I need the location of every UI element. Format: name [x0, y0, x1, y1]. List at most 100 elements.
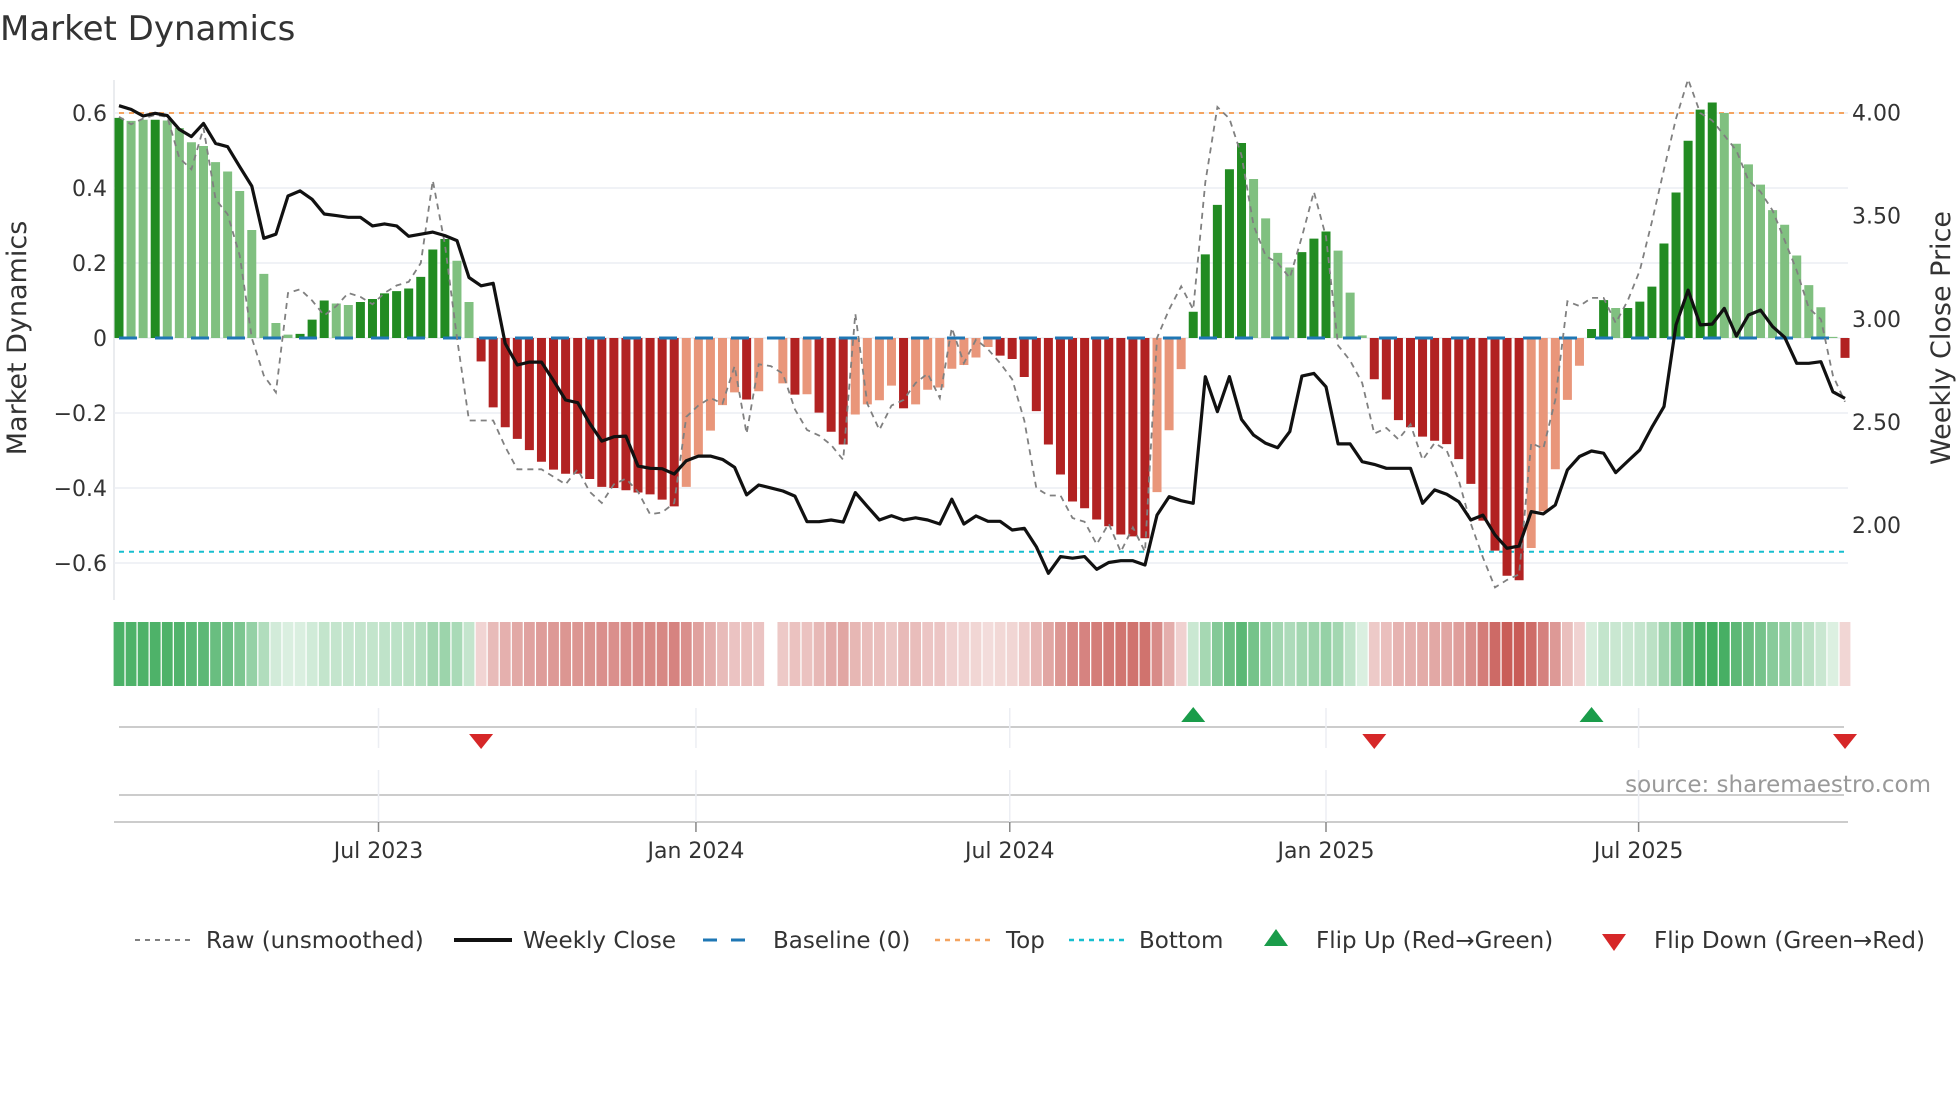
momentum-bar [1176, 338, 1186, 370]
heat-strip-cell [1368, 622, 1380, 686]
momentum-bar [428, 249, 438, 338]
heat-strip-cell [258, 622, 270, 686]
momentum-bar [1611, 308, 1621, 338]
y2-tick-label: 3.50 [1852, 205, 1901, 230]
momentum-bar [283, 334, 293, 338]
heat-strip-cell [1622, 622, 1634, 686]
heat-strip-cell [1682, 622, 1694, 686]
x-axis: Jul 2023 Jan 2024 Jul 2024 Jan 2025 Jul 2025 [114, 708, 1848, 864]
momentum-bar [1623, 308, 1633, 338]
momentum-bar [114, 117, 124, 338]
heat-strip-cell [439, 622, 451, 686]
heat-strip-cell [1272, 622, 1284, 686]
heat-strip-cell [982, 622, 994, 686]
momentum-bar [1055, 338, 1065, 475]
momentum-bar [1007, 338, 1017, 359]
momentum-bar [1562, 338, 1572, 400]
heat-strip-cell [1320, 622, 1332, 686]
momentum-bar [1128, 338, 1138, 537]
heat-strip-cell [717, 622, 728, 686]
heat-strip-cell [741, 622, 753, 686]
momentum-bar [259, 273, 269, 338]
flip-up-marker [1181, 707, 1206, 722]
heat-strip-cell [222, 622, 234, 686]
heat-strip-cell [692, 622, 704, 686]
momentum-bar [705, 338, 715, 431]
heat-strip-cell [898, 622, 909, 686]
heat-strip-cell [451, 622, 463, 686]
heat-strip-cell [656, 622, 668, 686]
heat-strip-cell [777, 622, 789, 686]
momentum-bar [1212, 204, 1222, 338]
momentum-bar [307, 319, 317, 338]
momentum-bar [802, 338, 812, 395]
momentum-bar [524, 338, 534, 451]
heat-strip-cell [789, 622, 801, 686]
heat-strip-cell [596, 622, 608, 686]
momentum-bar [609, 338, 619, 488]
heat-strip-cell [1465, 622, 1477, 686]
momentum-bar [814, 338, 824, 413]
heat-strip-cell [560, 622, 571, 686]
y-tick-label: 0.6 [72, 102, 107, 127]
heat-strip-cell [1260, 622, 1272, 686]
heat-strip-cell [306, 622, 318, 686]
heat-strip-cell [1018, 622, 1030, 686]
heat-strip-cell [946, 622, 958, 686]
heat-strip-cell [1610, 622, 1622, 686]
heat-strip-cell [1308, 622, 1320, 686]
heat-strip-cell [1429, 622, 1441, 686]
momentum-bar [1454, 338, 1464, 460]
heat-strip-cell [1537, 622, 1549, 686]
momentum-bar [1200, 254, 1210, 338]
heat-strip-cell [1718, 622, 1730, 686]
heat-strip-cell [198, 622, 209, 686]
momentum-bar [198, 146, 208, 338]
heat-strip-cell [1779, 622, 1791, 686]
momentum-bar [1164, 338, 1174, 431]
heat-strip-cell [523, 622, 535, 686]
series-lines [118, 76, 1846, 589]
heat-strip-cell [330, 622, 342, 686]
heat-strip-cell [1706, 622, 1718, 686]
heat-strip-cell [1356, 622, 1368, 686]
heat-strip-cell [536, 622, 547, 686]
heat-strip-cell [1224, 622, 1235, 686]
momentum-bar [536, 338, 546, 462]
momentum-bar [380, 293, 390, 338]
heat-strip-cell [113, 622, 125, 686]
heat-strip-cell [210, 622, 221, 686]
momentum-bar [1261, 218, 1271, 338]
momentum-bar [1430, 338, 1440, 441]
momentum-bar [1092, 338, 1102, 520]
momentum-bar [1490, 338, 1500, 551]
heat-strip-cell [427, 622, 439, 686]
momentum-bar [862, 338, 872, 405]
heat-strip-cell [934, 622, 946, 686]
heat-strip-cell [1163, 622, 1175, 686]
heat-strip-cell [1151, 622, 1163, 686]
momentum-bar [392, 291, 402, 338]
heat-strip-cell [403, 622, 415, 686]
heat-strip-cell [342, 622, 354, 686]
momentum-bar [162, 120, 172, 338]
heat-strip-cell [1839, 622, 1851, 686]
momentum-bar [440, 239, 450, 338]
momentum-bar [633, 338, 643, 493]
momentum-bar [874, 338, 884, 401]
momentum-bar [404, 288, 414, 338]
legend-flip-up-label: Flip Up (Red→Green) [1316, 928, 1553, 954]
chart-title: Market Dynamics [0, 9, 295, 49]
momentum-bar [223, 171, 233, 338]
legend-bottom-label: Bottom [1139, 928, 1223, 954]
momentum-bar [211, 162, 221, 338]
reference-lines [119, 112, 1844, 553]
momentum-bar [355, 302, 365, 338]
momentum-bar [126, 120, 136, 338]
momentum-bar [886, 338, 896, 386]
heat-strip-cell [186, 622, 197, 686]
heat-strip-cell [1586, 622, 1597, 686]
heat-strip-cell [644, 622, 656, 686]
heat-strip-cell [1344, 622, 1356, 686]
momentum-bar [1188, 311, 1198, 338]
